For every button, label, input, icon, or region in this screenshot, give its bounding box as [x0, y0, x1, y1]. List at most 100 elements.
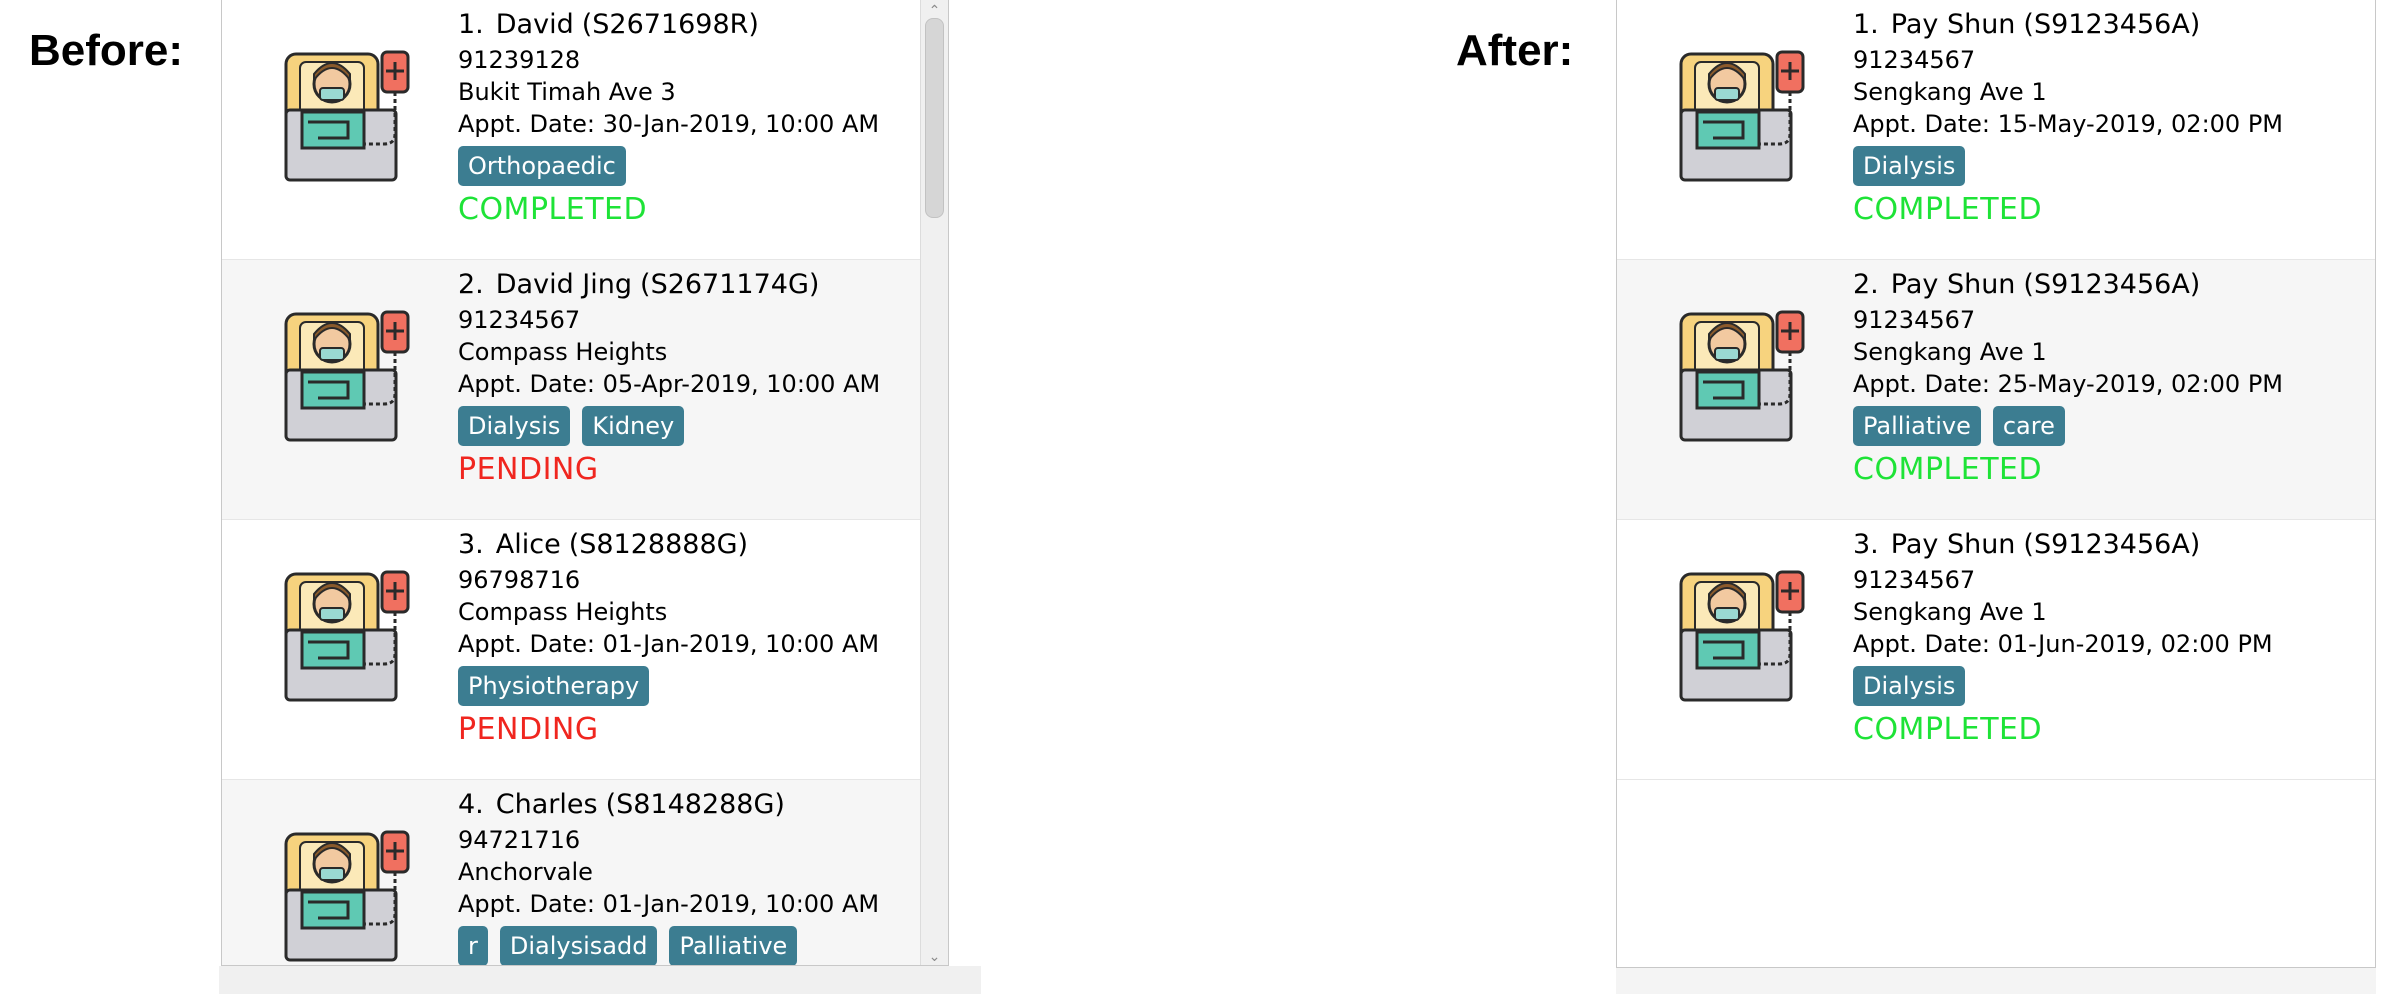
patient-info: 2. Pay Shun (S9123456A) 91234567 Sengkang Av…	[1853, 266, 2283, 490]
patient-bed-icon	[278, 568, 418, 708]
before-panel-footer	[219, 966, 981, 994]
patient-nric: (S9123456A)	[2023, 9, 2201, 40]
patient-bed-icon	[1673, 308, 1813, 448]
patient-name-line: 2. David Jing (S2671174G)	[458, 266, 880, 304]
condition-tag: Physiotherapy	[458, 666, 650, 706]
patient-card[interactable]: 1. Pay Shun (S9123456A) 91234567 Sengkang Av…	[1617, 0, 2375, 260]
patient-nric: (S8128888G)	[568, 529, 749, 560]
patient-card[interactable]: 4. Charles (S8148288G) 94721716 Anchorvale Ap…	[222, 780, 920, 965]
patient-address: Compass Heights	[458, 598, 668, 626]
patient-nric: (S2671174G)	[640, 269, 820, 300]
patient-name: Pay Shun	[1890, 269, 2016, 300]
patient-phone: 96798716	[458, 566, 581, 594]
after-panel-footer	[1616, 968, 2376, 994]
appointment-status: COMPLETED	[1853, 192, 2043, 227]
patient-name: Pay Shun	[1890, 9, 2016, 40]
tag-list: Dialysis	[1853, 146, 2283, 186]
patient-name: Charles	[495, 789, 598, 820]
patient-name: Pay Shun	[1890, 529, 2016, 560]
patient-phone: 91234567	[1853, 306, 1976, 334]
patient-info: 1. Pay Shun (S9123456A) 91234567 Sengkang Av…	[1853, 6, 2283, 230]
patient-phone: 91234567	[1853, 566, 1976, 594]
patient-info: 3. Alice (S8128888G) 96798716 Compass Height…	[458, 526, 879, 750]
patient-bed-icon	[1673, 48, 1813, 188]
patient-card[interactable]: 2. Pay Shun (S9123456A) 91234567 Sengkang Av…	[1617, 260, 2375, 520]
tag-list: Palliative care	[1853, 406, 2283, 446]
patient-bed-icon	[278, 48, 418, 188]
patient-address: Compass Heights	[458, 338, 668, 366]
after-patient-list-panel: 1. Pay Shun (S9123456A) 91234567 Sengkang Av…	[1616, 0, 2376, 968]
condition-tag: care	[1992, 406, 2065, 446]
condition-tag: Dialysis	[1853, 666, 1966, 706]
appointment-date: Appt. Date: 01-Jan-2019, 10:00 AM	[458, 890, 880, 918]
appointment-date: Appt. Date: 01-Jan-2019, 10:00 AM	[458, 630, 880, 658]
patient-nric: (S9123456A)	[2023, 269, 2201, 300]
condition-tag: Orthopaedic	[458, 146, 626, 186]
patient-address: Sengkang Ave 1	[1853, 338, 2047, 366]
after-heading: After:	[1456, 26, 1574, 75]
after-patient-list: 1. Pay Shun (S9123456A) 91234567 Sengkang Av…	[1617, 0, 2375, 780]
patient-index: 3.	[458, 529, 484, 560]
patient-name-line: 2. Pay Shun (S9123456A)	[1853, 266, 2283, 304]
patient-nric: (S8148288G)	[605, 789, 785, 820]
patient-name: David	[495, 9, 574, 40]
appointment-status: COMPLETED	[1853, 452, 2043, 487]
patient-name-line: 1. Pay Shun (S9123456A)	[1853, 6, 2283, 44]
condition-tag: r	[458, 926, 488, 965]
patient-index: 3.	[1853, 529, 1879, 560]
condition-tag: Dialysis	[458, 406, 571, 446]
patient-name: David Jing	[495, 269, 633, 300]
appointment-status: PENDING	[458, 712, 599, 747]
patient-index: 4.	[458, 789, 484, 820]
scroll-down-arrow-icon[interactable]: ⌄	[921, 946, 948, 965]
patient-card[interactable]: 3. Pay Shun (S9123456A) 91234567 Sengkang Av…	[1617, 520, 2375, 780]
patient-index: 1.	[458, 9, 484, 40]
patient-nric: (S9123456A)	[2023, 529, 2201, 560]
tag-list: r Dialysisadd Palliative	[458, 926, 879, 965]
patient-address: Sengkang Ave 1	[1853, 598, 2047, 626]
patient-nric: (S2671698R)	[581, 9, 759, 40]
patient-info: 1. David (S2671698R) 91239128 Bukit Timah Av…	[458, 6, 879, 230]
patient-phone: 91234567	[458, 306, 581, 334]
patient-phone: 94721716	[458, 826, 581, 854]
patient-name: Alice	[495, 529, 561, 560]
patient-address: Bukit Timah Ave 3	[458, 78, 676, 106]
appointment-date: Appt. Date: 15-May-2019, 02:00 PM	[1853, 110, 2283, 138]
patient-bed-icon	[278, 308, 418, 448]
patient-address: Anchorvale	[458, 858, 593, 886]
patient-index: 2.	[458, 269, 484, 300]
patient-phone: 91239128	[458, 46, 581, 74]
tag-list: Orthopaedic	[458, 146, 879, 186]
patient-card[interactable]: 3. Alice (S8128888G) 96798716 Compass Height…	[222, 520, 920, 780]
tag-list: Physiotherapy	[458, 666, 879, 706]
scroll-up-arrow-icon[interactable]: ⌃	[921, 0, 948, 20]
appointment-date: Appt. Date: 30-Jan-2019, 10:00 AM	[458, 110, 880, 138]
before-patient-list: 1. David (S2671698R) 91239128 Bukit Timah Av…	[222, 0, 920, 965]
patient-card[interactable]: 2. David Jing (S2671174G) 91234567 Compass H…	[222, 260, 920, 520]
vertical-scrollbar[interactable]: ⌃ ⌄	[920, 0, 948, 965]
patient-info: 2. David Jing (S2671174G) 91234567 Compass H…	[458, 266, 880, 490]
scrollbar-thumb[interactable]	[925, 18, 944, 218]
patient-name-line: 3. Alice (S8128888G)	[458, 526, 879, 564]
condition-tag: Palliative	[669, 926, 798, 965]
patient-name-line: 4. Charles (S8148288G)	[458, 786, 879, 824]
appointment-status: COMPLETED	[458, 192, 648, 227]
appointment-date: Appt. Date: 25-May-2019, 02:00 PM	[1853, 370, 2283, 398]
before-patient-list-panel: 1. David (S2671698R) 91239128 Bukit Timah Av…	[221, 0, 949, 966]
before-heading: Before:	[29, 26, 184, 75]
condition-tag: Dialysis	[1853, 146, 1966, 186]
patient-index: 1.	[1853, 9, 1879, 40]
tag-list: Dialysis Kidney	[458, 406, 880, 446]
patient-card[interactable]: 1. David (S2671698R) 91239128 Bukit Timah Av…	[222, 0, 920, 260]
tag-list: Dialysis	[1853, 666, 2273, 706]
appointment-date: Appt. Date: 01-Jun-2019, 02:00 PM	[1853, 630, 2273, 658]
appointment-status: COMPLETED	[1853, 712, 2043, 747]
patient-name-line: 1. David (S2671698R)	[458, 6, 879, 44]
patient-index: 2.	[1853, 269, 1879, 300]
patient-info: 3. Pay Shun (S9123456A) 91234567 Sengkang Av…	[1853, 526, 2273, 750]
condition-tag: Kidney	[582, 406, 685, 446]
patient-bed-icon	[1673, 568, 1813, 708]
appointment-status: PENDING	[458, 452, 599, 487]
patient-name-line: 3. Pay Shun (S9123456A)	[1853, 526, 2273, 564]
patient-info: 4. Charles (S8148288G) 94721716 Anchorvale Ap…	[458, 786, 880, 965]
